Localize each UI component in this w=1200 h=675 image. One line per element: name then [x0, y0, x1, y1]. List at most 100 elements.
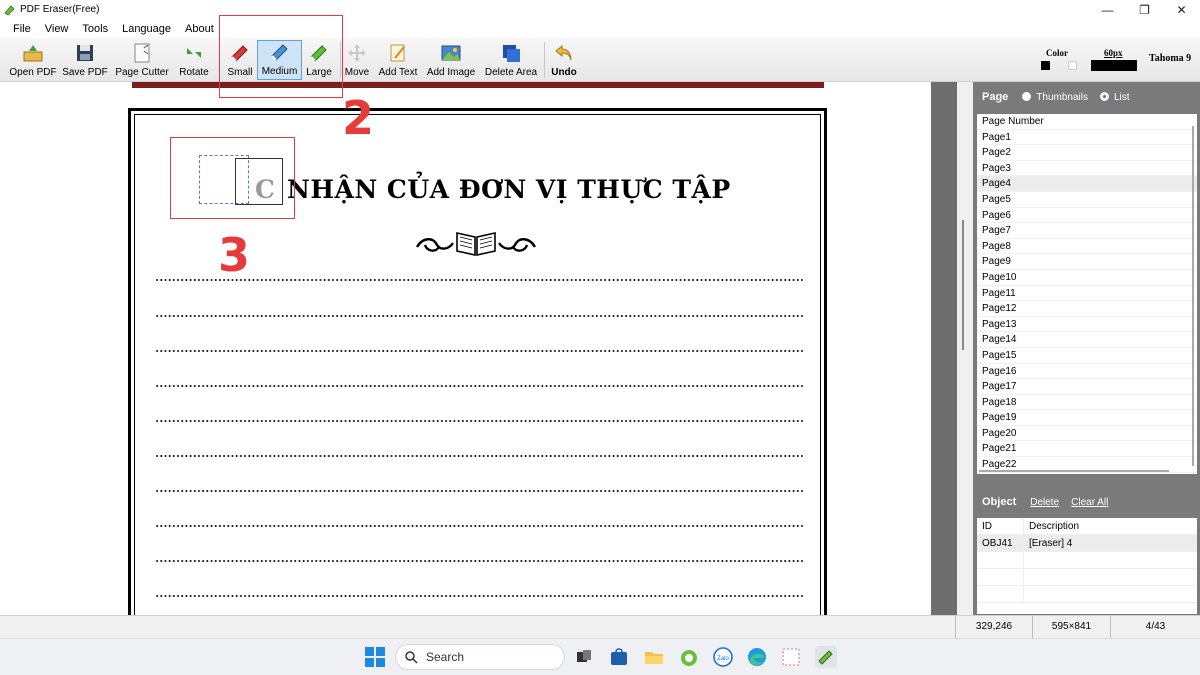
dotted-line	[155, 315, 803, 317]
undo-button[interactable]: Undo	[548, 40, 580, 80]
thumbnails-radio[interactable]: Thumbnails	[1022, 91, 1088, 103]
window-title: PDF Eraser(Free)	[20, 4, 100, 15]
list-item[interactable]: Page6	[977, 208, 1197, 224]
delete-link[interactable]: Delete	[1030, 497, 1059, 508]
list-item[interactable]: Page2	[977, 145, 1197, 161]
zalo-icon[interactable]: Zalo	[712, 646, 734, 668]
maximize-button[interactable]: ❐	[1126, 0, 1163, 19]
document-title: NHẬN CỦA ĐƠN VỊ THỰC TẬP	[287, 175, 731, 204]
menu-tools[interactable]: Tools	[82, 23, 108, 35]
color-label: Color	[1046, 48, 1068, 58]
list-item[interactable]: Page17	[977, 379, 1197, 395]
dotted-line	[155, 595, 803, 597]
edge-browser-icon[interactable]	[746, 646, 768, 668]
list-item[interactable]: Page7	[977, 223, 1197, 239]
page-panel-title: Page	[982, 91, 1009, 103]
dotted-line	[155, 350, 803, 352]
annotation-box-2	[219, 15, 343, 98]
list-item[interactable]: Page12	[977, 301, 1197, 317]
rotate-arrows-icon	[187, 48, 201, 58]
list-item[interactable]: Page14	[977, 332, 1197, 348]
close-button[interactable]: ✕	[1163, 0, 1200, 19]
pdf-eraser-taskbar-icon[interactable]	[815, 646, 837, 668]
dotted-line	[155, 560, 803, 562]
windows-start-icon[interactable]	[364, 646, 386, 668]
floppy-disk-icon	[77, 45, 93, 61]
menu-view[interactable]: View	[45, 23, 69, 35]
task-view-icon[interactable]	[573, 646, 595, 668]
splitter-grip[interactable]	[962, 220, 964, 350]
list-item[interactable]: Page21	[977, 441, 1197, 458]
open-folder-icon	[23, 45, 43, 62]
list-item[interactable]: Page10	[977, 270, 1197, 286]
object-panel-header: Object Delete Clear All	[973, 487, 1200, 517]
menu-about[interactable]: About	[185, 23, 214, 35]
app-eraser-icon	[4, 4, 15, 16]
add-image-button[interactable]: Add Image	[425, 40, 477, 80]
list-item[interactable]: Page19	[977, 410, 1197, 426]
search-icon	[405, 651, 418, 664]
splitter[interactable]	[957, 82, 973, 615]
font-label[interactable]: Tahoma 9	[1149, 53, 1191, 64]
document-canvas[interactable]: C NHẬN CỦA ĐƠN VỊ THỰC TẬP 3 2	[0, 82, 931, 615]
add-text-button[interactable]: Add Text	[376, 40, 420, 80]
color-swatch-black[interactable]	[1041, 61, 1050, 70]
move-button[interactable]: Move	[343, 40, 371, 80]
annotation-number-3: 3	[218, 228, 251, 282]
taskbar-search[interactable]: Search	[395, 644, 565, 670]
minimize-button[interactable]: —	[1089, 0, 1126, 19]
title-bar: PDF Eraser(Free) — ❐ ✕	[0, 0, 1200, 19]
canvas-vertical-scrollbar[interactable]	[931, 82, 957, 615]
list-item[interactable]: Page9	[977, 254, 1197, 270]
list-item-selected[interactable]: Page4	[977, 176, 1197, 192]
picture-icon	[441, 45, 461, 61]
list-item[interactable]: Page16	[977, 364, 1197, 380]
windows-taskbar: Search Zalo	[0, 638, 1200, 675]
list-item[interactable]: Page5	[977, 192, 1197, 208]
page-list[interactable]: Page Number Page1 Page2 Page3 Page4 Page…	[977, 114, 1197, 474]
delete-area-button[interactable]: Delete Area	[483, 40, 539, 80]
list-item[interactable]: Page13	[977, 317, 1197, 333]
snipping-tool-icon[interactable]	[780, 646, 802, 668]
save-pdf-button[interactable]: Save PDF	[62, 40, 108, 80]
dotted-line	[155, 455, 803, 457]
list-radio[interactable]: List	[1100, 91, 1130, 103]
page-list-hscrollbar[interactable]	[979, 470, 1169, 472]
list-item[interactable]: Page8	[977, 239, 1197, 255]
svg-text:Zalo: Zalo	[717, 656, 729, 662]
status-bar: 329,246 595×841 4/43	[0, 615, 1200, 638]
object-table-header: ID Description	[977, 518, 1197, 535]
annotation-number-2: 2	[342, 91, 375, 145]
radio-on-icon	[1100, 91, 1109, 101]
list-item[interactable]: Page1	[977, 130, 1197, 146]
menu-bar: File View Tools Language About	[0, 19, 1200, 38]
file-explorer-icon[interactable]	[643, 646, 665, 668]
menu-language[interactable]: Language	[122, 23, 171, 35]
list-item[interactable]: Page18	[977, 395, 1197, 411]
object-table[interactable]: ID Description OBJ41 [Eraser] 4	[977, 518, 1197, 614]
page-list-header: Page Number	[977, 114, 1197, 130]
page-cutter-button[interactable]: Page Cutter	[112, 40, 172, 80]
page-panel-header: Page Thumbnails List	[973, 82, 1200, 112]
dotted-line	[155, 420, 803, 422]
list-item[interactable]: Page20	[977, 426, 1197, 442]
rotate-button[interactable]: Rotate	[174, 40, 214, 80]
size-preview-bar[interactable]	[1091, 60, 1137, 71]
status-page-index: 4/43	[1110, 616, 1200, 638]
page-list-scrollbar[interactable]	[1192, 126, 1194, 466]
list-item[interactable]: Page3	[977, 161, 1197, 177]
list-item[interactable]: Page11	[977, 286, 1197, 302]
table-row[interactable]: OBJ41 [Eraser] 4	[977, 535, 1197, 552]
menu-file[interactable]: File	[13, 23, 31, 35]
coccoc-browser-icon[interactable]	[678, 646, 700, 668]
scissors-page-icon	[134, 43, 150, 63]
open-pdf-button[interactable]: Open PDF	[8, 40, 58, 80]
dotted-line	[155, 385, 803, 387]
clear-all-link[interactable]: Clear All	[1071, 497, 1108, 508]
store-icon[interactable]	[608, 646, 630, 668]
color-swatch-white[interactable]	[1068, 61, 1077, 70]
list-item[interactable]: Page15	[977, 348, 1197, 364]
dotted-line	[155, 279, 803, 281]
radio-off-icon	[1022, 91, 1032, 101]
undo-arrow-icon	[555, 44, 572, 61]
